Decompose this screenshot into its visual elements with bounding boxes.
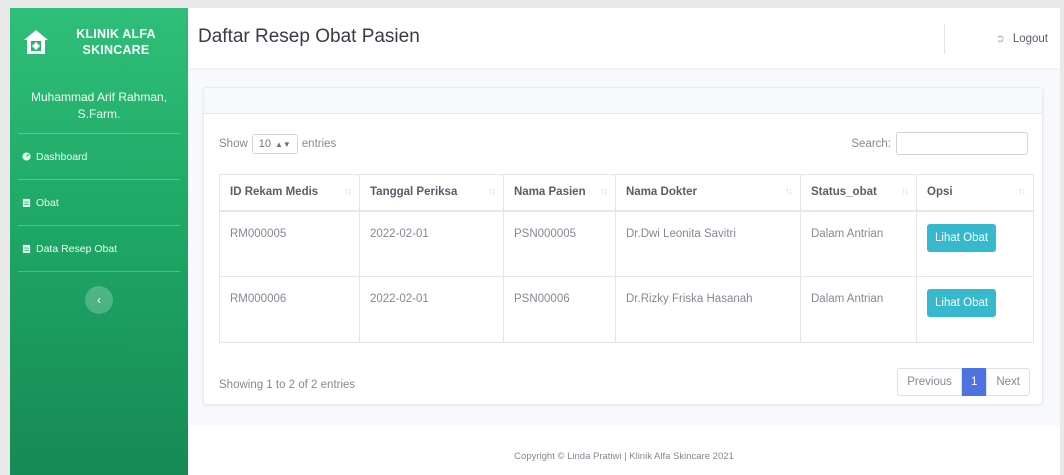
search-label: Search:	[851, 137, 891, 150]
entries-select[interactable]: 10 ▲▼	[251, 134, 298, 154]
prescription-table: ID Rekam Medis ↑↓ Tanggal Periksa ↑↓ Nama …	[219, 174, 1034, 343]
page-1-button[interactable]: 1	[961, 368, 987, 396]
sort-icon: ↑↓	[901, 186, 909, 196]
table-header-row: ID Rekam Medis ↑↓ Tanggal Periksa ↑↓ Nama …	[219, 174, 1034, 212]
brand-name: KLINIK ALFA SKINCARE	[62, 26, 170, 58]
sign-out-icon: ➲	[995, 33, 1005, 45]
user-line-1: Muhammad Arif Rahman,	[30, 90, 168, 104]
brand-line-1: KLINIK ALFA	[76, 27, 156, 41]
entries-label: entries	[301, 138, 337, 150]
show-label: Show	[219, 138, 248, 150]
lihat-obat-button[interactable]: Lihat Obat	[927, 223, 997, 252]
sidebar-item-obat[interactable]: Obat	[10, 180, 188, 225]
chevron-left-icon: ‹	[97, 293, 101, 307]
cell-dokter: Dr.Dwi Leonita Savitri	[615, 210, 801, 277]
card-header	[204, 88, 1042, 114]
brand-line-2: SKINCARE	[82, 43, 150, 57]
sidebar-divider	[18, 271, 180, 272]
column-header-pasien[interactable]: Nama Pasien ↑↓	[503, 174, 616, 212]
search-box: Search:	[851, 132, 1028, 155]
brand[interactable]: KLINIK ALFA SKINCARE	[10, 8, 188, 76]
cell-opsi: Lihat Obat	[916, 276, 1034, 343]
column-header-tanggal[interactable]: Tanggal Periksa ↑↓	[359, 174, 504, 212]
footer: Copyright © Linda Pratiwi | Klinik Alfa …	[188, 426, 1060, 475]
topbar-divider	[944, 24, 945, 54]
cell-id: RM000006	[219, 276, 360, 343]
column-header-id[interactable]: ID Rekam Medis ↑↓	[219, 174, 360, 212]
sort-icon: ↑↓	[785, 186, 793, 196]
cell-pasien: PSN000005	[503, 210, 616, 277]
table-row: RM000006 2022-02-01 PSN00006 Dr.Rizky Fr…	[219, 276, 1034, 343]
column-header-opsi[interactable]: Opsi ↑↓	[916, 174, 1034, 212]
cell-status: Dalam Antrian	[800, 276, 917, 343]
table-controls: Show 10 ▲▼ entries Search:	[204, 114, 1042, 164]
table-info: Showing 1 to 2 of 2 entries	[219, 379, 356, 391]
clinic-logo-icon	[24, 30, 48, 54]
sidebar-item-label: Dashboard	[36, 150, 88, 163]
cell-id: RM000005	[219, 210, 360, 277]
app-window: KLINIK ALFA SKINCARE Muhammad Arif Rahma…	[10, 8, 1060, 475]
topbar: Daftar Resep Obat Pasien ➲ Logout	[188, 8, 1060, 68]
select-arrows-icon: ▲▼	[274, 139, 291, 149]
user-line-2: S.Farm.	[77, 107, 121, 121]
cell-pasien: PSN00006	[503, 276, 616, 343]
sort-icon: ↑↓	[1018, 186, 1026, 196]
cell-status: Dalam Antrian	[800, 210, 917, 277]
dashboard-icon	[22, 152, 31, 161]
page-title: Daftar Resep Obat Pasien	[198, 26, 420, 47]
next-page-button[interactable]: Next	[986, 368, 1030, 396]
column-header-status[interactable]: Status_obat ↑↓	[800, 174, 917, 212]
pagination: Previous 1 Next	[897, 368, 1030, 396]
user-name: Muhammad Arif Rahman, S.Farm.	[10, 76, 188, 133]
entries-value: 10	[258, 138, 272, 150]
logout-button[interactable]: ➲ Logout	[995, 32, 1048, 46]
logout-label: Logout	[1012, 32, 1048, 45]
clipboard-icon	[22, 198, 31, 207]
entries-length: Show 10 ▲▼ entries	[219, 134, 336, 154]
prescription-card: Show 10 ▲▼ entries Search: ID Rekam Medi…	[203, 87, 1043, 405]
lihat-obat-button[interactable]: Lihat Obat	[927, 289, 997, 317]
sidebar-item-label: Data Resep Obat	[36, 242, 118, 255]
sidebar-toggle-button[interactable]: ‹	[85, 286, 113, 314]
sort-icon: ↑↓	[488, 186, 496, 196]
column-header-dokter[interactable]: Nama Dokter ↑↓	[615, 174, 801, 212]
cell-dokter: Dr.Rizky Friska Hasanah	[615, 276, 801, 343]
sort-icon: ↑↓	[600, 186, 608, 196]
search-input[interactable]	[896, 132, 1028, 155]
table-row: RM000005 2022-02-01 PSN000005 Dr.Dwi Leo…	[219, 210, 1034, 277]
clipboard-icon	[22, 244, 31, 253]
cell-opsi: Lihat Obat	[916, 210, 1034, 277]
cell-tanggal: 2022-02-01	[359, 210, 504, 277]
sidebar-item-data-resep-obat[interactable]: Data Resep Obat	[10, 226, 188, 271]
sidebar-item-dashboard[interactable]: Dashboard	[10, 134, 188, 179]
cell-tanggal: 2022-02-01	[359, 276, 504, 343]
sidebar: KLINIK ALFA SKINCARE Muhammad Arif Rahma…	[10, 8, 188, 475]
copyright-text: Copyright © Linda Pratiwi | Klinik Alfa …	[514, 451, 734, 462]
sort-icon: ↑↓	[344, 186, 352, 196]
sidebar-item-label: Obat	[36, 196, 59, 209]
previous-page-button[interactable]: Previous	[897, 368, 962, 396]
